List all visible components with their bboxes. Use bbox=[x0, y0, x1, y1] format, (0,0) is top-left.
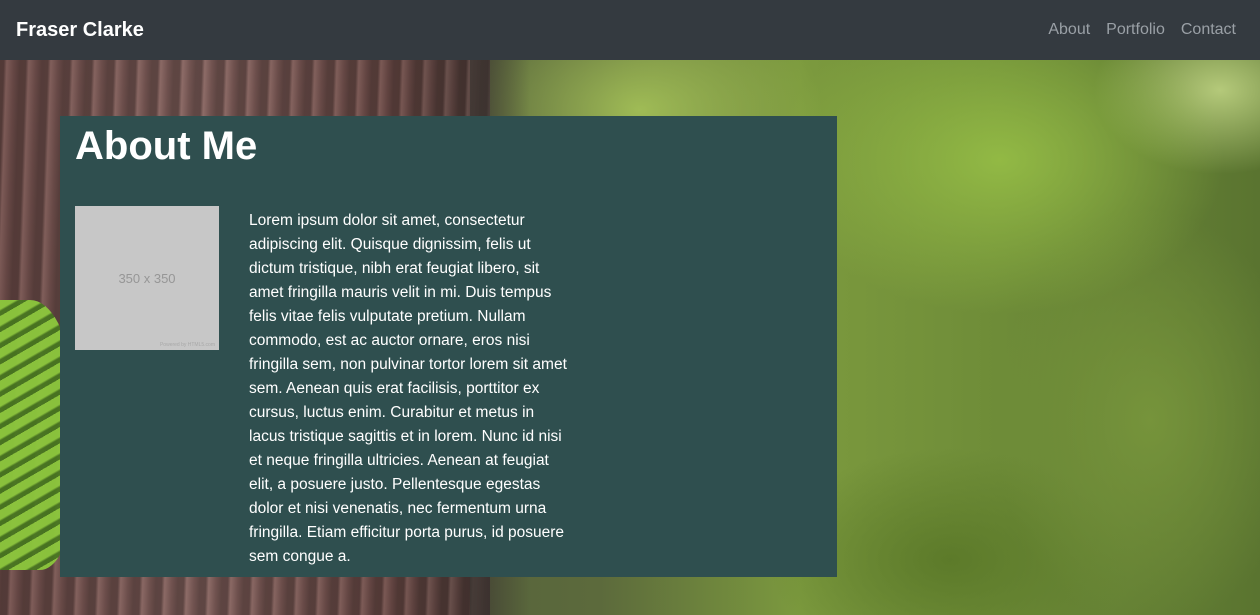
nav-link-about[interactable]: About bbox=[1040, 21, 1098, 39]
page-title: About Me bbox=[75, 124, 258, 168]
nav-link-contact[interactable]: Contact bbox=[1173, 21, 1244, 39]
navbar: Fraser Clarke About Portfolio Contact bbox=[0, 0, 1260, 60]
nav-link-portfolio[interactable]: Portfolio bbox=[1098, 21, 1173, 39]
bio-text: Lorem ipsum dolor sit amet, consectetur … bbox=[249, 212, 567, 565]
image-credit-label: Powered by HTML5.com bbox=[159, 342, 215, 348]
profile-image-placeholder: 350 x 350 Powered by HTML5.com bbox=[75, 206, 219, 350]
about-panel: About Me 350 x 350 Powered by HTML5.com … bbox=[60, 116, 837, 577]
about-content: 350 x 350 Powered by HTML5.com Lorem ips… bbox=[75, 206, 822, 569]
nav-links: About Portfolio Contact bbox=[1040, 21, 1244, 39]
image-dimensions-label: 350 x 350 bbox=[118, 270, 176, 286]
brand-link[interactable]: Fraser Clarke bbox=[16, 19, 144, 42]
